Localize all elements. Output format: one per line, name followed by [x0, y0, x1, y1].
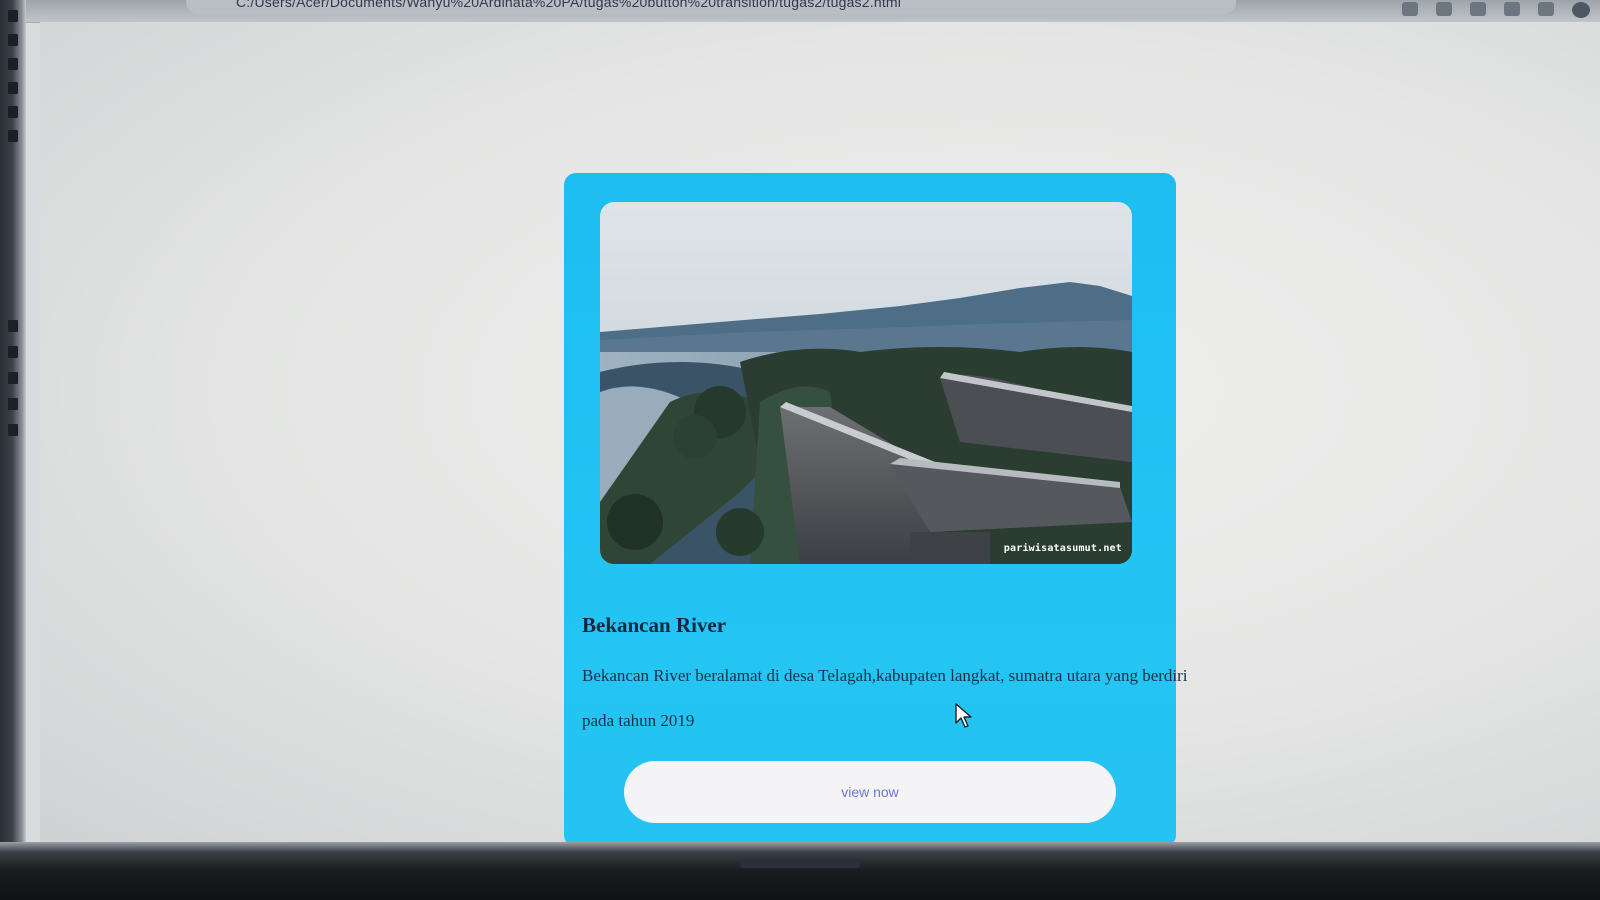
screen-left-edge — [0, 0, 26, 868]
translate-icon[interactable] — [1402, 2, 1418, 16]
bezel-mark — [8, 34, 18, 46]
image-watermark: pariwisatasumut.net — [1003, 543, 1122, 554]
profile-avatar-icon[interactable] — [1572, 2, 1590, 18]
bezel-mark — [8, 346, 18, 358]
bezel-mark — [8, 398, 18, 410]
bezel-mark — [8, 106, 18, 118]
bezel-mark — [8, 372, 18, 384]
extensions-icon[interactable] — [1504, 2, 1520, 16]
browser-toolbar: C:/Users/Acer/Documents/Wahyu%20Ardinata… — [26, 0, 1600, 23]
share-icon[interactable] — [1436, 2, 1452, 16]
page-viewport: pariwisatasumut.net Bekancan River Bekan… — [40, 22, 1600, 847]
card-description: Bekancan River beralamat di desa Telagah… — [582, 666, 1188, 730]
mouse-pointer-icon — [955, 703, 972, 728]
bezel-mark — [8, 130, 18, 142]
browser-actions — [1402, 2, 1590, 18]
bezel-logo — [740, 862, 860, 868]
monitor-bottom-bezel — [0, 842, 1600, 900]
bezel-mark — [8, 320, 18, 332]
address-url[interactable]: C:/Users/Acer/Documents/Wahyu%20Ardinata… — [236, 0, 901, 10]
bezel-mark — [8, 82, 18, 94]
bookmark-star-icon[interactable] — [1470, 2, 1486, 16]
bezel-mark — [8, 58, 18, 70]
sidebar-icon[interactable] — [1538, 2, 1554, 16]
river-landscape-image — [600, 202, 1132, 564]
bezel-mark — [8, 10, 18, 22]
monitor-screen: C:/Users/Acer/Documents/Wahyu%20Ardinata… — [0, 0, 1600, 868]
view-now-button[interactable]: view now — [624, 761, 1116, 823]
destination-card: pariwisatasumut.net Bekancan River Bekan… — [564, 173, 1188, 847]
card-title: Bekancan River — [582, 613, 727, 637]
bezel-mark — [8, 424, 18, 436]
card-image: pariwisatasumut.net — [600, 202, 1132, 564]
